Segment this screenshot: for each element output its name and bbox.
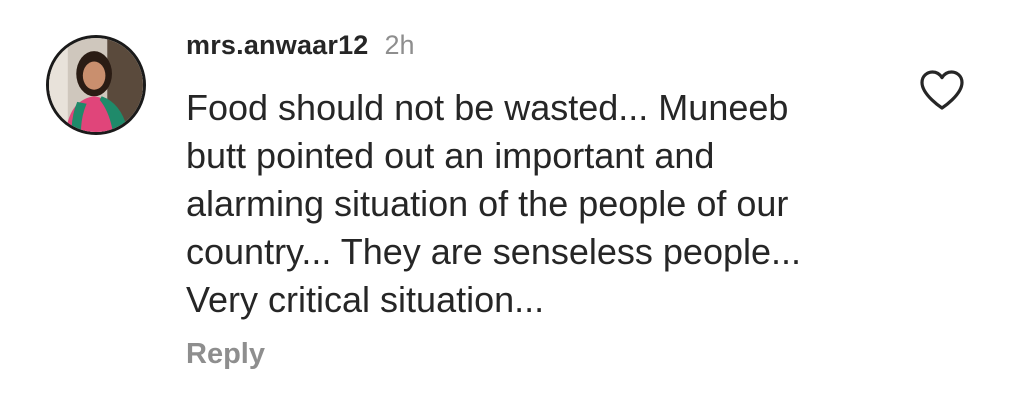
- comment-text-line: alarming situation of the people of our: [186, 183, 789, 224]
- heart-outline-icon: [920, 70, 964, 110]
- comment-text-line: butt pointed out an important and: [186, 135, 715, 176]
- comment-body: Food should not be wasted... Muneeb butt…: [186, 84, 886, 324]
- comment-item: mrs.anwaar12 2h Food should not be waste…: [0, 0, 1024, 404]
- username-link[interactable]: mrs.anwaar12: [186, 30, 369, 61]
- like-button[interactable]: [918, 68, 966, 112]
- comment-header: mrs.anwaar12 2h: [186, 30, 415, 66]
- comment-timestamp: 2h: [384, 30, 415, 60]
- reply-button[interactable]: Reply: [186, 338, 265, 371]
- avatar[interactable]: [46, 35, 146, 135]
- comment-text-line: Very critical situation...: [186, 279, 545, 320]
- user-avatar-photo: [49, 38, 143, 132]
- comment-text-line: Food should not be wasted... Muneeb: [186, 87, 789, 128]
- comment-text-line: country... They are senseless people...: [186, 231, 802, 272]
